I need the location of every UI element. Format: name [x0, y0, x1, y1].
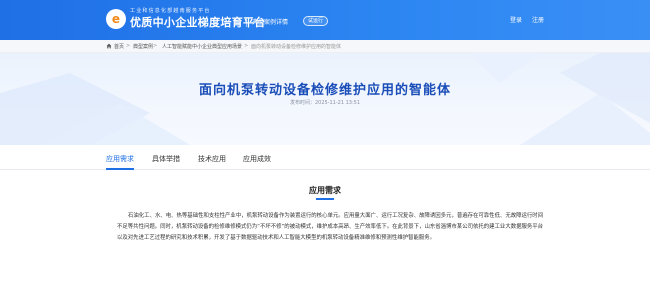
breadcrumb-category[interactable]: 人工智能赋能中小企业典型应用场景 — [162, 43, 242, 50]
breadcrumb-separator: > — [126, 43, 131, 49]
tab-results[interactable]: 应用成效 — [243, 154, 271, 164]
home-icon — [106, 43, 112, 49]
content-tabs: 应用需求 具体举措 技术应用 应用成效 — [0, 150, 650, 170]
tab-technology[interactable]: 技术应用 — [198, 154, 226, 164]
section-paragraph: 石油化工、水、电、热等基础性和支柱性产业中，机泵转动设备作为装置运行的核心单元。… — [117, 213, 544, 242]
brand-divider — [246, 18, 247, 27]
platform-logo-icon[interactable]: e — [106, 9, 126, 29]
brand-subtitle: 工业和信息化部越南服务平台 — [130, 8, 211, 14]
top-header: e 工业和信息化部越南服务平台 优质中小企业梯度培育平台 典型案例详情 试运行 … — [0, 0, 650, 40]
tab-requirements[interactable]: 应用需求 — [106, 154, 134, 164]
breadcrumb-current: 面向机泵转动设备检修维护应用的智能体 — [251, 44, 342, 50]
trial-badge: 试运行 — [303, 16, 329, 26]
breadcrumb-home[interactable]: 首页 — [114, 43, 124, 50]
breadcrumb: 首页 > 典型案例 > 人工智能赋能中小企业典型应用场景 > 面向机泵转动设备检… — [0, 40, 650, 53]
breadcrumb-cases[interactable]: 典型案例 — [133, 43, 153, 50]
login-link[interactable]: 登录 — [510, 15, 522, 24]
register-link[interactable]: 注册 — [532, 15, 544, 24]
article-title: 面向机泵转动设备检修维护应用的智能体 — [198, 83, 451, 98]
section-heading: 应用需求 — [309, 186, 341, 195]
breadcrumb-separator: > — [153, 43, 158, 49]
article-hero: 面向机泵转动设备检修维护应用的智能体 发布时间：2025-11-21 13:51 — [0, 53, 650, 145]
section-heading-underline — [316, 198, 334, 200]
section-label: 典型案例详情 — [252, 19, 289, 26]
breadcrumb-separator: > — [244, 43, 249, 49]
logo-letter: e — [111, 12, 121, 26]
active-tab-indicator — [106, 168, 134, 170]
tab-measures[interactable]: 具体举措 — [152, 154, 180, 164]
publish-date: 发布时间：2025-11-21 13:51 — [289, 100, 361, 106]
